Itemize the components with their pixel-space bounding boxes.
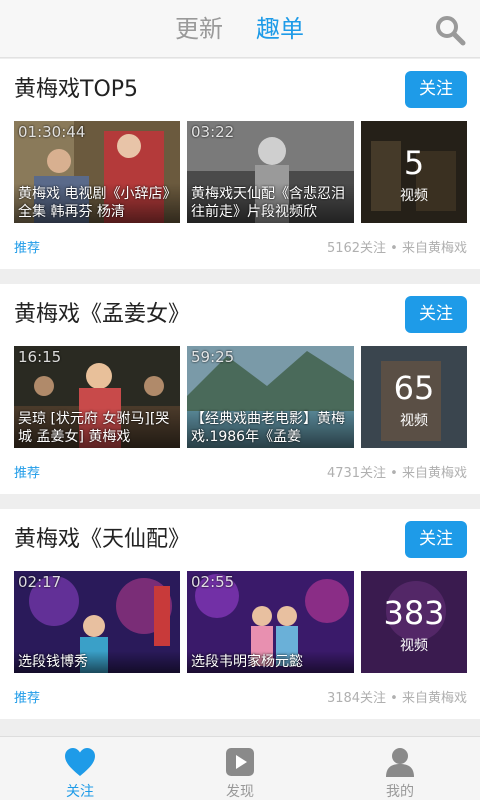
user-icon — [386, 748, 414, 777]
video-thumbnail[interactable]: 01:30:44 黄梅戏 电视剧《小辞店》全集 韩再芬 杨清 — [14, 121, 180, 223]
playlist-card[interactable]: 黄梅戏《孟姜女》 关注 16:15 吴琼 [状元府 女驸马][哭城 孟姜女] 黄… — [0, 284, 480, 494]
follow-button[interactable]: 关注 — [405, 71, 467, 108]
heart-icon — [65, 748, 95, 776]
video-count: 65 — [393, 369, 435, 407]
nav-label: 我的 — [386, 784, 414, 800]
video-duration: 03:22 — [191, 123, 235, 141]
video-count-label: 视频 — [400, 413, 428, 429]
recommend-tag[interactable]: 推荐 — [14, 687, 40, 706]
video-thumbnail[interactable]: 02:17 选段钱博秀 — [14, 571, 180, 673]
video-duration: 01:30:44 — [18, 123, 86, 141]
follow-button[interactable]: 关注 — [405, 521, 467, 558]
top-bar: 更新 趣单 — [0, 0, 480, 58]
video-duration: 59:25 — [191, 348, 235, 366]
card-title: 黄梅戏《孟姜女》 — [14, 302, 191, 327]
video-count-label: 视频 — [400, 188, 428, 204]
follow-button[interactable]: 关注 — [405, 296, 467, 333]
video-caption: 选段韦明家杨元懿 — [187, 651, 354, 673]
recommend-tag[interactable]: 推荐 — [14, 237, 40, 256]
search-icon[interactable] — [434, 14, 466, 46]
playlist-count-thumbnail[interactable]: 5 视频 — [361, 121, 467, 223]
playlist-card[interactable]: 黄梅戏TOP5 关注 01:30:44 黄梅戏 电视剧《小辞店》全集 韩再芬 杨… — [0, 59, 480, 269]
video-duration: 02:17 — [18, 573, 62, 591]
tab-update[interactable]: 更新 — [175, 12, 223, 46]
video-caption: 选段钱博秀 — [14, 651, 180, 673]
video-thumbnail[interactable]: 59:25 【经典戏曲老电影】黄梅戏.1986年《孟姜 — [187, 346, 354, 448]
card-meta: 5162关注 • 来自黄梅戏 — [326, 241, 467, 256]
recommend-tag[interactable]: 推荐 — [14, 462, 40, 481]
nav-label: 关注 — [66, 784, 94, 800]
video-thumbnail[interactable]: 16:15 吴琼 [状元府 女驸马][哭城 孟姜女] 黄梅戏 — [14, 346, 180, 448]
video-count: 383 — [383, 594, 445, 632]
tab-qudan[interactable]: 趣单 — [256, 12, 304, 46]
video-caption: 黄梅戏 电视剧《小辞店》全集 韩再芬 杨清 — [14, 183, 180, 223]
video-thumbnail[interactable]: 03:22 黄梅戏天仙配《含悲忍泪往前走》片段视频欣 — [187, 121, 354, 223]
video-count-overlay: 65 视频 — [361, 346, 467, 448]
video-caption: 吴琼 [状元府 女驸马][哭城 孟姜女] 黄梅戏 — [14, 408, 180, 448]
playlist-count-thumbnail[interactable]: 65 视频 — [361, 346, 467, 448]
video-duration: 02:55 — [191, 573, 235, 591]
card-title: 黄梅戏TOP5 — [14, 77, 139, 102]
video-count-overlay: 383 视频 — [361, 571, 467, 673]
card-title: 黄梅戏《天仙配》 — [14, 527, 191, 552]
nav-item-discover[interactable]: 发现 — [160, 737, 320, 800]
video-duration: 16:15 — [18, 348, 62, 366]
card-meta: 4731关注 • 来自黄梅戏 — [326, 466, 467, 481]
card-meta: 3184关注 • 来自黄梅戏 — [326, 691, 467, 706]
video-count-overlay: 5 视频 — [361, 121, 467, 223]
video-caption: 黄梅戏天仙配《含悲忍泪往前走》片段视频欣 — [187, 183, 354, 223]
play-icon — [226, 748, 254, 776]
playlist-count-thumbnail[interactable]: 383 视频 — [361, 571, 467, 673]
nav-item-follow[interactable]: 关注 — [0, 737, 160, 800]
bottom-nav: 关注 发现 我的 — [0, 736, 480, 800]
video-count-label: 视频 — [400, 638, 428, 654]
playlist-card[interactable]: 黄梅戏《天仙配》 关注 02:17 选段钱博秀 02:55 选段韦明家杨元懿 3… — [0, 509, 480, 719]
video-thumbnail[interactable]: 02:55 选段韦明家杨元懿 — [187, 571, 354, 673]
video-caption: 【经典戏曲老电影】黄梅戏.1986年《孟姜 — [187, 408, 354, 448]
nav-label: 发现 — [226, 784, 254, 800]
nav-item-mine[interactable]: 我的 — [320, 737, 480, 800]
video-count: 5 — [403, 144, 425, 182]
